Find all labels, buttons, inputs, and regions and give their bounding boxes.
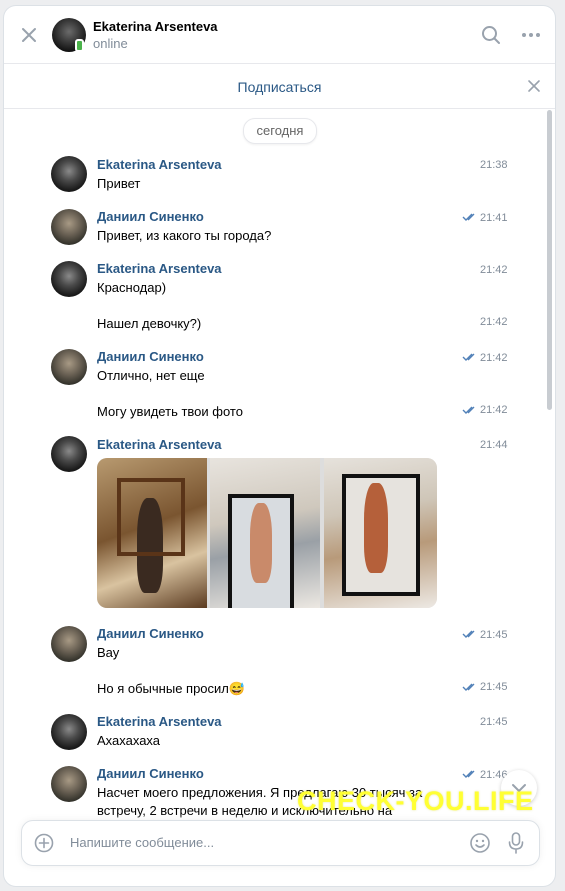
chat-title[interactable]: Ekaterina Arsenteva bbox=[93, 19, 218, 34]
photo[interactable] bbox=[324, 458, 437, 608]
avatar[interactable] bbox=[51, 436, 87, 472]
message-author[interactable]: Даниил Синенко bbox=[97, 209, 204, 224]
avatar[interactable] bbox=[51, 766, 87, 802]
photo-album bbox=[97, 458, 437, 608]
read-check-icon bbox=[462, 630, 475, 638]
message-time: 21:42 bbox=[480, 316, 508, 328]
mobile-online-icon bbox=[75, 39, 84, 52]
message-author[interactable]: Даниил Синенко bbox=[97, 626, 204, 641]
emoji-icon[interactable] bbox=[469, 832, 491, 854]
message-time: 21:38 bbox=[480, 159, 508, 171]
message-time: 21:44 bbox=[480, 439, 508, 451]
scrollbar[interactable] bbox=[547, 110, 552, 410]
date-divider: сегодня bbox=[243, 118, 317, 144]
avatar[interactable] bbox=[51, 156, 87, 192]
avatar[interactable] bbox=[51, 626, 87, 662]
message-text: Привет bbox=[97, 176, 141, 191]
message-time: 21:45 bbox=[480, 681, 508, 693]
message-input[interactable] bbox=[68, 834, 452, 851]
chat-header: Ekaterina Arsenteva online bbox=[4, 6, 555, 64]
message-author[interactable]: Ekaterina Arsenteva bbox=[97, 437, 222, 452]
more-icon[interactable] bbox=[520, 24, 542, 46]
message-time: 21:42 bbox=[480, 352, 508, 364]
avatar[interactable] bbox=[51, 714, 87, 750]
message-author[interactable]: Ekaterina Arsenteva bbox=[97, 157, 222, 172]
read-check-icon bbox=[462, 683, 475, 691]
message-time: 21:42 bbox=[480, 404, 508, 416]
message-text: Отлично, нет еще bbox=[97, 368, 205, 383]
message-text: Вау bbox=[97, 645, 120, 660]
read-check-icon bbox=[462, 770, 475, 778]
message-time: 21:45 bbox=[480, 629, 508, 641]
online-status: online bbox=[93, 36, 128, 51]
avatar[interactable] bbox=[51, 261, 87, 297]
avatar[interactable] bbox=[51, 349, 87, 385]
message-time: 21:45 bbox=[480, 716, 508, 728]
read-check-icon bbox=[462, 406, 475, 414]
message-time: 21:41 bbox=[480, 212, 508, 224]
message-text: Привет, из какого ты города? bbox=[97, 228, 272, 243]
message-text: Могу увидеть твои фото bbox=[97, 404, 243, 419]
message-text: Краснодар) bbox=[97, 280, 167, 295]
chat-window: Ekaterina Arsenteva online Подписаться с… bbox=[4, 6, 555, 886]
message-author[interactable]: Ekaterina Arsenteva bbox=[97, 261, 222, 276]
microphone-icon[interactable] bbox=[506, 831, 526, 855]
close-icon[interactable] bbox=[526, 78, 542, 94]
message-text: Нашел девочку?) bbox=[97, 316, 202, 331]
message-text: Ахахахаха bbox=[97, 733, 161, 748]
avatar[interactable] bbox=[51, 209, 87, 245]
message-time: 21:42 bbox=[480, 264, 508, 276]
subscribe-button[interactable]: Подписаться bbox=[4, 79, 555, 95]
read-check-icon bbox=[462, 353, 475, 361]
close-icon[interactable] bbox=[18, 24, 40, 46]
subscribe-bar: Подписаться bbox=[4, 64, 555, 109]
message-author[interactable]: Ekaterina Arsenteva bbox=[97, 714, 222, 729]
message-author[interactable]: Даниил Синенко bbox=[97, 766, 204, 781]
composer bbox=[21, 820, 540, 866]
photo[interactable] bbox=[210, 458, 320, 608]
message-author[interactable]: Даниил Синенко bbox=[97, 349, 204, 364]
search-icon[interactable] bbox=[480, 24, 502, 46]
read-check-icon bbox=[462, 213, 475, 221]
message-text: Но я обычные просил😅 bbox=[97, 681, 246, 696]
watermark: CHECK-YOU.LIFE bbox=[297, 786, 534, 816]
attach-icon[interactable] bbox=[34, 833, 54, 853]
photo[interactable] bbox=[97, 458, 207, 608]
